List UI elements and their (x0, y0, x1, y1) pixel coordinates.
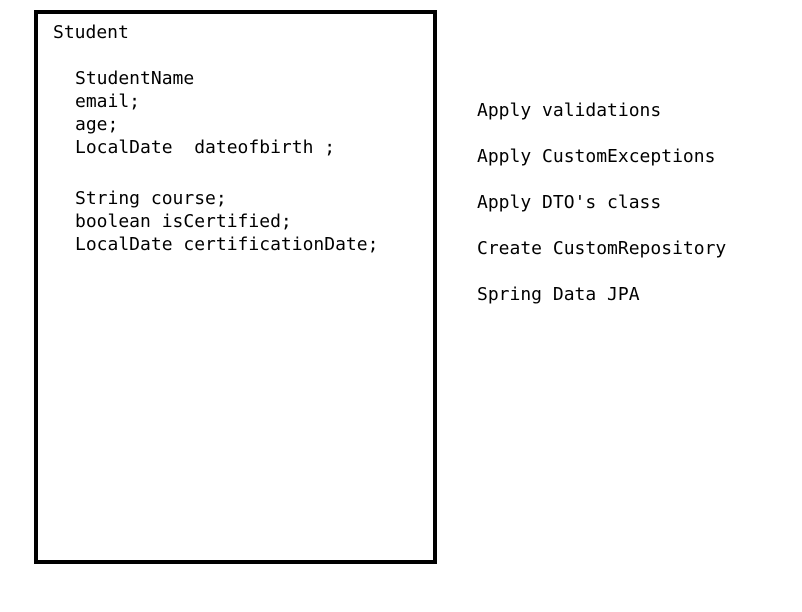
note-apply-custom-exceptions: Apply CustomExceptions (477, 146, 716, 167)
field-date-of-birth: LocalDate dateofbirth ; (75, 137, 336, 158)
field-certification-date: LocalDate certificationDate; (75, 234, 379, 255)
note-spring-data-jpa: Spring Data JPA (477, 284, 640, 305)
note-create-custom-repository: Create CustomRepository (477, 238, 727, 259)
class-title: Student (53, 22, 129, 43)
field-group-personal: StudentName email; age; LocalDate dateof… (75, 67, 335, 159)
field-email: email; (75, 91, 141, 112)
note-apply-dto-class: Apply DTO's class (477, 192, 662, 213)
note-apply-validations: Apply validations (477, 100, 662, 121)
field-student-name: StudentName (75, 68, 195, 89)
field-is-certified: boolean isCertified; (75, 211, 292, 232)
field-age: age; (75, 114, 119, 135)
requirements-list: Apply validations Apply CustomExceptions… (477, 99, 726, 329)
field-course: String course; (75, 188, 227, 209)
field-group-course: String course; boolean isCertified; Loca… (75, 187, 378, 256)
